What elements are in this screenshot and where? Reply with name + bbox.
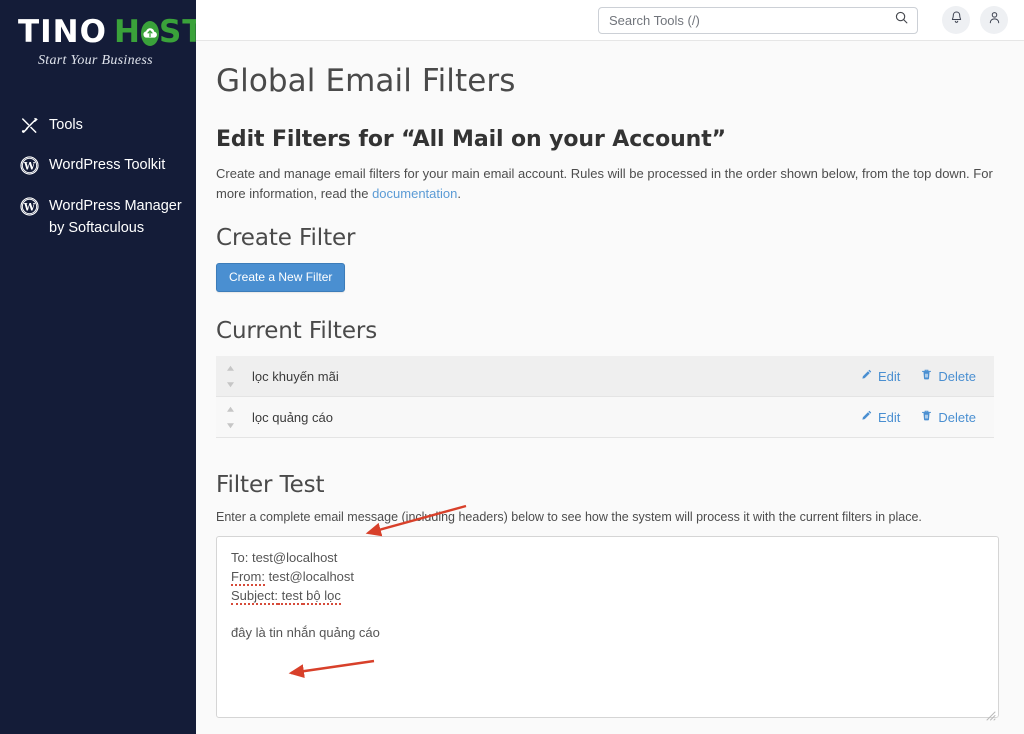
filter-name: lọc khuyến mãi	[252, 368, 339, 384]
delete-filter-button[interactable]: Delete	[920, 368, 976, 384]
sort-up-icon[interactable]	[226, 406, 235, 413]
sort-down-icon[interactable]	[226, 422, 235, 429]
filter-test-description: Enter a complete email message (includin…	[216, 510, 922, 524]
logo-host-h: H	[113, 13, 141, 50]
sort-updown-icon[interactable]	[220, 401, 240, 433]
tools-icon	[18, 115, 40, 136]
sort-down-icon[interactable]	[226, 381, 235, 388]
page-description: Create and manage email filters for your…	[216, 164, 994, 203]
search-icon[interactable]	[894, 10, 909, 30]
user-icon	[987, 10, 1002, 30]
sort-updown-icon[interactable]	[220, 360, 240, 392]
current-filters-list: lọc khuyến mãi Edit Delete lọc quảng cáo…	[216, 356, 994, 438]
account-button[interactable]	[980, 6, 1008, 34]
svg-text:W: W	[22, 162, 35, 173]
logo-tagline: Start Your Business	[38, 53, 153, 68]
edit-filters-heading: Edit Filters for “All Mail on your Accou…	[216, 127, 726, 152]
sidebar-item-label: Tools	[49, 117, 83, 133]
edit-filter-label: Edit	[878, 368, 901, 384]
svg-text:W: W	[22, 202, 35, 213]
pencil-icon	[860, 409, 873, 425]
trash-icon	[920, 409, 933, 425]
delete-filter-button[interactable]: Delete	[920, 409, 976, 425]
logo-tino-text: TINO	[18, 13, 107, 50]
main-area: Global Email Filters Edit Filters for “A…	[196, 0, 1024, 734]
page-description-suffix: .	[457, 185, 461, 201]
sidebar-item-label: WordPress Toolkit	[49, 157, 166, 174]
delete-filter-label: Delete	[938, 409, 976, 425]
top-bar	[196, 0, 1024, 41]
filter-test-textarea-wrap: To: test@localhost From: test@localhost …	[216, 536, 999, 723]
row-actions: Edit Delete	[860, 368, 988, 384]
sidebar-item-label: WordPress Manager by Softaculous	[49, 197, 182, 237]
page-description-text: Create and manage email filters for your…	[216, 166, 993, 201]
edit-filter-button[interactable]: Edit	[860, 409, 900, 425]
sidebar: TINO H ST Start Your Business Tools W Wo…	[0, 0, 196, 734]
sidebar-item-wordpress-toolkit[interactable]: W WordPress Toolkit	[0, 145, 196, 185]
delete-filter-label: Delete	[938, 368, 976, 384]
notifications-button[interactable]	[942, 6, 970, 34]
sidebar-item-tools[interactable]: Tools	[0, 105, 196, 145]
pencil-icon	[860, 368, 873, 384]
page-content: Global Email Filters Edit Filters for “A…	[196, 41, 1024, 734]
wordpress-icon: W	[18, 155, 40, 176]
page-title: Global Email Filters	[216, 63, 516, 99]
app-root: TINO H ST Start Your Business Tools W Wo…	[0, 0, 1024, 734]
brand-logo[interactable]: TINO H ST Start Your Business	[0, 0, 196, 69]
create-filter-heading: Create Filter	[216, 225, 356, 251]
table-row: lọc khuyến mãi Edit Delete	[216, 356, 994, 397]
logo-text: TINO H ST	[18, 14, 196, 50]
documentation-link[interactable]: documentation	[372, 186, 457, 201]
create-new-filter-button[interactable]: Create a New Filter	[216, 263, 346, 292]
edit-filter-button[interactable]: Edit	[860, 368, 900, 384]
sidebar-item-wordpress-manager[interactable]: W WordPress Manager by Softaculous	[0, 186, 196, 249]
filter-test-textarea[interactable]	[216, 536, 999, 718]
trash-icon	[920, 368, 933, 384]
wordpress-icon: W	[18, 196, 40, 217]
sort-up-icon[interactable]	[226, 365, 235, 372]
current-filters-heading: Current Filters	[216, 318, 378, 344]
bell-icon	[949, 10, 964, 30]
cloud-upload-icon	[140, 20, 159, 46]
row-actions: Edit Delete	[860, 409, 988, 425]
edit-filter-label: Edit	[878, 409, 901, 425]
filter-name: lọc quảng cáo	[252, 409, 333, 425]
logo-host-st: ST	[158, 13, 196, 50]
search-input[interactable]	[609, 12, 894, 28]
sidebar-nav: Tools W WordPress Toolkit W WordPress Ma…	[0, 105, 196, 249]
create-filter-actions: Create a New Filter	[216, 263, 994, 292]
table-row: lọc quảng cáo Edit Delete	[216, 397, 994, 438]
filter-test-heading: Filter Test	[216, 472, 325, 498]
search-box[interactable]	[598, 6, 918, 34]
